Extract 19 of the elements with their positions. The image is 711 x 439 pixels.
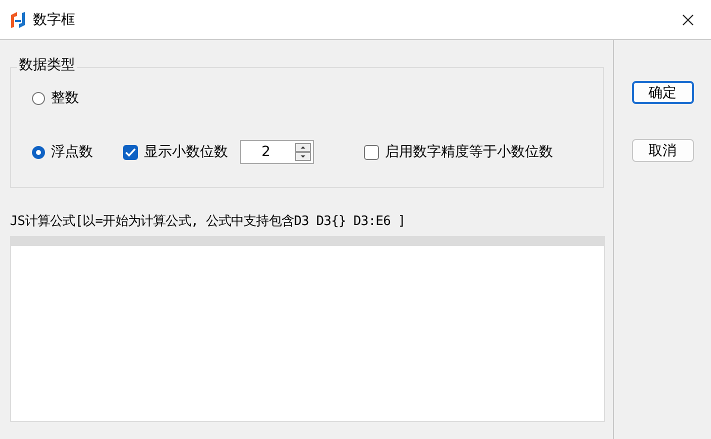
dialog-button[interactable]: 确定: [632, 81, 694, 104]
radio-button[interactable]: [32, 92, 45, 104]
formula-input[interactable]: [10, 236, 605, 422]
dialog-button[interactable]: 取消: [632, 139, 694, 162]
option-label: 浮点数: [51, 143, 93, 161]
checkbox-label: 显示小数位数: [144, 143, 228, 161]
app-logo-icon: [10, 10, 26, 28]
radio-button[interactable]: [32, 146, 45, 158]
checkbox-label: 启用数字精度等于小数位数: [385, 143, 553, 161]
group-title: 数据类型: [17, 56, 77, 74]
spin-up-icon[interactable]: [295, 143, 311, 152]
spin-down-icon[interactable]: [295, 152, 311, 161]
checkbox[interactable]: [123, 144, 138, 160]
checkbox[interactable]: [364, 144, 379, 160]
option-label: 整数: [51, 89, 79, 107]
number-spinner[interactable]: 2: [240, 140, 314, 164]
window-title: 数字框: [33, 10, 75, 28]
formula-label: JS计算公式[以=开始为计算公式, 公式中支持包含D3 D3{} D3:E6 ]: [10, 213, 406, 230]
close-icon: [682, 14, 694, 26]
